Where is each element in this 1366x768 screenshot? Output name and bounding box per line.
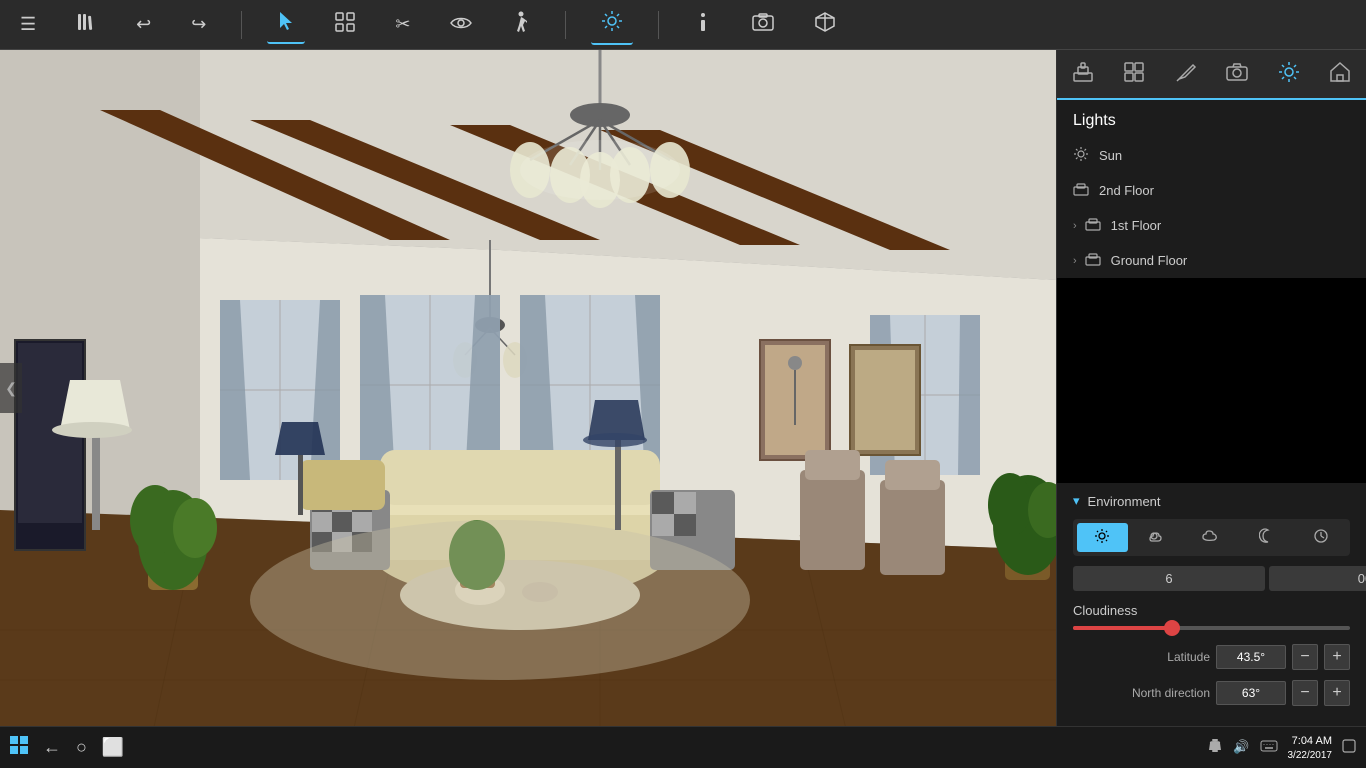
taskbar-right: 🔊 7:04 AM 3/22/2017 xyxy=(1207,734,1356,760)
slider-thumb[interactable] xyxy=(1164,620,1180,636)
sun-item-icon xyxy=(1073,146,1089,165)
slider-fill xyxy=(1073,626,1170,630)
floor-item-icon-ground xyxy=(1085,251,1101,270)
env-btn-night[interactable] xyxy=(1241,523,1292,552)
taskbar-time: 7:04 AM xyxy=(1288,734,1333,749)
select-icon[interactable] xyxy=(267,5,305,44)
time-hour-input[interactable]: 6 xyxy=(1073,566,1265,591)
taskbar-back-icon[interactable]: ← xyxy=(43,737,61,758)
sun-toolbar-icon[interactable] xyxy=(591,4,633,45)
env-btn-custom[interactable] xyxy=(1295,523,1346,552)
chevron-1st-floor: › xyxy=(1073,220,1077,232)
panel-camera-icon[interactable] xyxy=(1214,55,1260,94)
floor-item-icon-2 xyxy=(1073,181,1089,200)
objects-icon[interactable] xyxy=(325,6,365,43)
env-btn-partly-cloudy[interactable] xyxy=(1132,523,1183,552)
env-btn-clear[interactable] xyxy=(1077,523,1128,552)
light-item-2nd-floor-label: 2nd Floor xyxy=(1099,183,1154,198)
chevron-ground-floor: › xyxy=(1073,255,1077,267)
latitude-plus-btn[interactable]: + xyxy=(1324,644,1350,670)
north-direction-input[interactable] xyxy=(1216,681,1286,705)
environment-section: ▾ Environment xyxy=(1057,483,1366,726)
env-btn-cloudy[interactable] xyxy=(1186,523,1237,552)
menu-icon[interactable]: ☰ xyxy=(10,8,46,41)
main-area: ❮ Lights xyxy=(0,50,1366,726)
taskbar-tablet-icon[interactable]: ⬜ xyxy=(102,737,124,758)
volume-icon[interactable]: 🔊 xyxy=(1233,739,1249,755)
panel-edit-icon[interactable] xyxy=(1163,53,1209,96)
sep2 xyxy=(565,11,566,39)
north-direction-row: North direction − + xyxy=(1073,680,1350,706)
light-item-1st-floor-label: 1st Floor xyxy=(1111,218,1162,233)
library-icon[interactable] xyxy=(66,7,106,42)
eye-icon[interactable] xyxy=(440,8,482,41)
floor-item-icon-1 xyxy=(1085,216,1101,235)
latitude-label: Latitude xyxy=(1073,650,1210,664)
light-item-sun-label: Sun xyxy=(1099,148,1122,163)
light-item-ground-floor-label: Ground Floor xyxy=(1111,253,1188,268)
lights-title: Lights xyxy=(1057,100,1366,138)
taskbar-clock[interactable]: 7:04 AM 3/22/2017 xyxy=(1288,734,1333,760)
undo-icon[interactable]: ↩ xyxy=(126,8,161,41)
time-minutes-input[interactable]: 00 xyxy=(1269,566,1366,591)
latitude-input[interactable] xyxy=(1216,645,1286,669)
environment-label: Environment xyxy=(1088,494,1161,509)
panel-build-icon[interactable] xyxy=(1060,53,1106,96)
viewport[interactable]: ❮ xyxy=(0,50,1056,726)
taskbar-notifications-btn[interactable] xyxy=(1342,739,1356,756)
taskbar-search-icon[interactable]: ○ xyxy=(76,737,87,758)
light-item-sun[interactable]: Sun xyxy=(1057,138,1366,173)
taskbar-date: 3/22/2017 xyxy=(1288,750,1333,761)
taskbar: ← ○ ⬜ 🔊 7:04 AM 3/22/2017 xyxy=(0,726,1366,768)
redo-icon[interactable]: ↪ xyxy=(181,8,216,41)
screenshot-icon[interactable] xyxy=(742,7,784,42)
viewport-left-arrow[interactable]: ❮ xyxy=(0,363,22,413)
north-direction-label: North direction xyxy=(1073,686,1210,700)
walk-icon[interactable] xyxy=(502,5,540,44)
info-icon[interactable] xyxy=(684,5,722,44)
cloudiness-slider[interactable] xyxy=(1073,626,1350,630)
environment-header[interactable]: ▾ Environment xyxy=(1073,493,1350,509)
windows-start-icon[interactable] xyxy=(10,736,28,759)
panel-house-icon[interactable] xyxy=(1317,53,1363,96)
panel-floor-icon[interactable] xyxy=(1111,53,1157,96)
scissors-icon[interactable]: ✂ xyxy=(385,8,420,41)
right-panel: Lights Sun 2nd Floor › xyxy=(1056,50,1366,726)
sep3 xyxy=(658,11,659,39)
keyboard-icon[interactable] xyxy=(1260,740,1278,755)
3d-cube-icon[interactable] xyxy=(804,5,846,44)
notification-icon[interactable] xyxy=(1207,738,1223,757)
sep1 xyxy=(241,11,242,39)
latitude-row: Latitude − + xyxy=(1073,644,1350,670)
environment-time-buttons xyxy=(1073,519,1350,556)
latitude-minus-btn[interactable]: − xyxy=(1292,644,1318,670)
lights-section: Lights Sun 2nd Floor › xyxy=(1057,100,1366,278)
light-item-2nd-floor[interactable]: 2nd Floor xyxy=(1057,173,1366,208)
taskbar-left: ← ○ ⬜ xyxy=(10,736,1192,759)
slider-track xyxy=(1073,626,1350,630)
time-row: 6 00 AM xyxy=(1073,566,1350,591)
env-chevron: ▾ xyxy=(1073,493,1080,509)
cloudiness-label: Cloudiness xyxy=(1073,603,1350,618)
north-direction-minus-btn[interactable]: − xyxy=(1292,680,1318,706)
panel-sun-icon[interactable] xyxy=(1266,53,1312,96)
top-toolbar: ☰ ↩ ↪ ✂ xyxy=(0,0,1366,50)
black-spacer xyxy=(1057,278,1366,483)
panel-icon-row xyxy=(1057,50,1366,100)
light-item-ground-floor[interactable]: › Ground Floor xyxy=(1057,243,1366,278)
light-item-1st-floor[interactable]: › 1st Floor xyxy=(1057,208,1366,243)
north-direction-plus-btn[interactable]: + xyxy=(1324,680,1350,706)
